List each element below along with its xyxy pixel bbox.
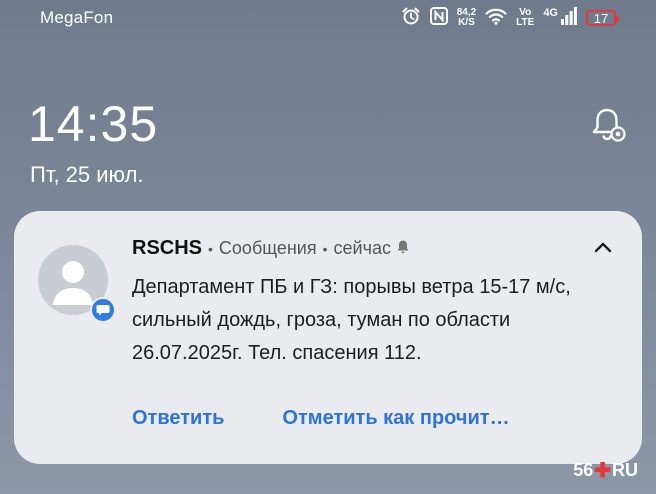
wifi-icon — [485, 7, 507, 30]
network-type: 4G — [543, 7, 558, 19]
separator-dot: • — [322, 240, 328, 257]
notification-actions: Ответить Отметить как прочит… — [132, 407, 510, 430]
watermark-left: 56 — [573, 460, 594, 480]
notification-app-name: Сообщения — [218, 238, 317, 258]
battery-level: 17 — [593, 10, 609, 26]
site-watermark-logo: 56 ✚ RU — [573, 458, 638, 483]
network-speed-unit: K/S — [458, 17, 475, 28]
carrier-name: MegaFon — [40, 8, 114, 27]
notification-time: сейчас — [333, 238, 391, 258]
status-icons: 84,2 K/S Vo LTE 4G 17 — [401, 6, 619, 31]
notification-header: RSCHS • Сообщения • сейчас — [132, 237, 410, 260]
lockscreen-time: 14:35 — [28, 96, 159, 152]
lockscreen-date: Пт, 25 июл. — [30, 162, 144, 187]
messages-app-badge-icon — [90, 297, 116, 323]
notification-card[interactable]: RSCHS • Сообщения • сейчас Департамент П… — [14, 211, 642, 464]
mark-as-read-button[interactable]: Отметить как прочит… — [282, 407, 509, 430]
nfc-icon — [429, 6, 448, 30]
watermark-right: RU — [612, 460, 638, 480]
separator-dot: • — [208, 240, 213, 257]
notification-sender: RSCHS — [132, 237, 203, 259]
notification-settings-bell-icon[interactable] — [587, 104, 627, 144]
reply-button[interactable]: Ответить — [132, 407, 224, 430]
signal-icon — [561, 6, 577, 30]
cross-icon: ✚ — [594, 460, 611, 482]
collapse-chevron-icon[interactable] — [590, 235, 616, 261]
volte-indicator: Vo LTE — [516, 8, 534, 28]
alarm-icon — [401, 6, 421, 31]
notification-message-text: Департамент ПБ и ГЗ: порывы ветра 15-17 … — [132, 276, 571, 364]
battery-indicator: 17 — [586, 10, 619, 26]
status-bar: MegaFon 84,2 K/S Vo LTE 4G 17 — [0, 0, 656, 36]
volte-bottom: LTE — [516, 17, 535, 28]
network-speed: 84,2 K/S — [457, 8, 476, 28]
muted-bell-icon — [396, 238, 410, 259]
